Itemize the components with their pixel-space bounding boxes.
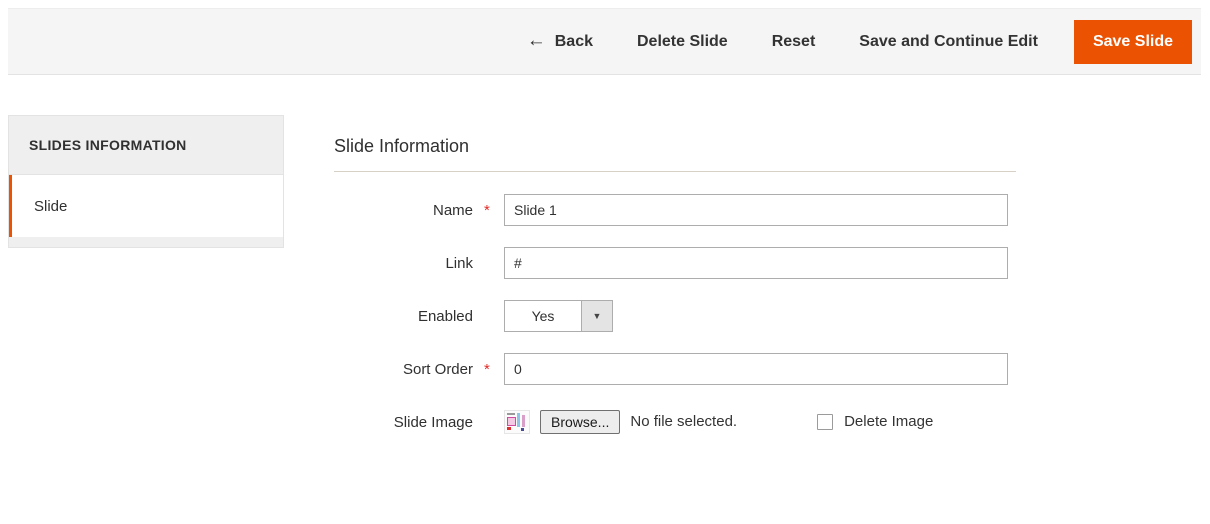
nav-title: SLIDES INFORMATION	[8, 115, 284, 174]
name-control	[504, 194, 1016, 226]
name-required-marker: *	[484, 201, 490, 219]
sidebar-item-label: Slide	[34, 197, 68, 215]
field-row-sort-order: Sort Order *	[334, 353, 1016, 385]
enabled-select[interactable]: Yes ▼	[504, 300, 613, 332]
save-and-continue-edit-label: Save and Continue Edit	[859, 32, 1038, 50]
sort-order-input[interactable]	[504, 353, 1008, 385]
nav-item-list: Slide	[8, 174, 284, 248]
fieldset-legend: Slide Information	[334, 136, 1016, 172]
file-status-text: No file selected.	[630, 413, 738, 431]
field-row-slide-image: Slide Image Browse... No file selected. …	[334, 406, 1016, 438]
reset-button[interactable]: Reset	[750, 32, 838, 50]
link-input[interactable]	[504, 247, 1008, 279]
save-and-continue-edit-button[interactable]: Save and Continue Edit	[837, 32, 1060, 50]
chevron-down-icon: ▼	[581, 301, 612, 331]
browse-button[interactable]: Browse...	[540, 409, 621, 435]
enabled-label: Enabled	[417, 307, 473, 325]
field-row-link: Link	[334, 247, 1016, 279]
field-row-name: Name *	[334, 194, 1016, 226]
link-label: Link	[445, 254, 473, 272]
enabled-control: Yes ▼	[504, 300, 1016, 332]
link-control	[504, 247, 1016, 279]
back-button[interactable]: ← Back	[515, 30, 615, 51]
delete-image-checkbox[interactable]	[817, 413, 834, 430]
delete-image-label: Delete Image	[844, 413, 934, 431]
sort-order-required-marker: *	[484, 360, 490, 378]
save-slide-button[interactable]: Save Slide	[1073, 19, 1192, 64]
sort-order-label: Sort Order	[402, 360, 473, 378]
delete-slide-label: Delete Slide	[636, 32, 728, 50]
back-button-label: Back	[554, 32, 593, 50]
sort-order-control	[504, 353, 1016, 385]
slides-information-nav: SLIDES INFORMATION Slide	[8, 115, 284, 248]
slide-image-control: Browse... No file selected. Delete Image	[504, 409, 1016, 435]
field-row-enabled: Enabled Yes ▼	[334, 300, 1016, 332]
name-label: Name	[432, 201, 473, 219]
delete-slide-button[interactable]: Delete Slide	[615, 32, 750, 50]
reset-label: Reset	[771, 32, 816, 50]
broken-image-icon	[504, 409, 530, 434]
page-actions-toolbar: ← Back Delete Slide Reset Save and Conti…	[8, 8, 1201, 75]
name-input[interactable]	[504, 194, 1008, 226]
slide-information-fieldset: Slide Information Name * Link Enabled Ye…	[334, 136, 1016, 459]
sidebar-item-slide[interactable]: Slide	[9, 175, 283, 237]
delete-image-checkbox-group[interactable]: Delete Image	[817, 413, 933, 430]
enabled-select-value: Yes	[531, 308, 555, 324]
arrow-left-icon: ←	[526, 30, 546, 51]
page-actions-group: ← Back Delete Slide Reset Save and Conti…	[515, 9, 1201, 74]
slide-image-label: Slide Image	[393, 413, 473, 431]
page-main: SLIDES INFORMATION Slide Slide Informati…	[0, 76, 1210, 524]
